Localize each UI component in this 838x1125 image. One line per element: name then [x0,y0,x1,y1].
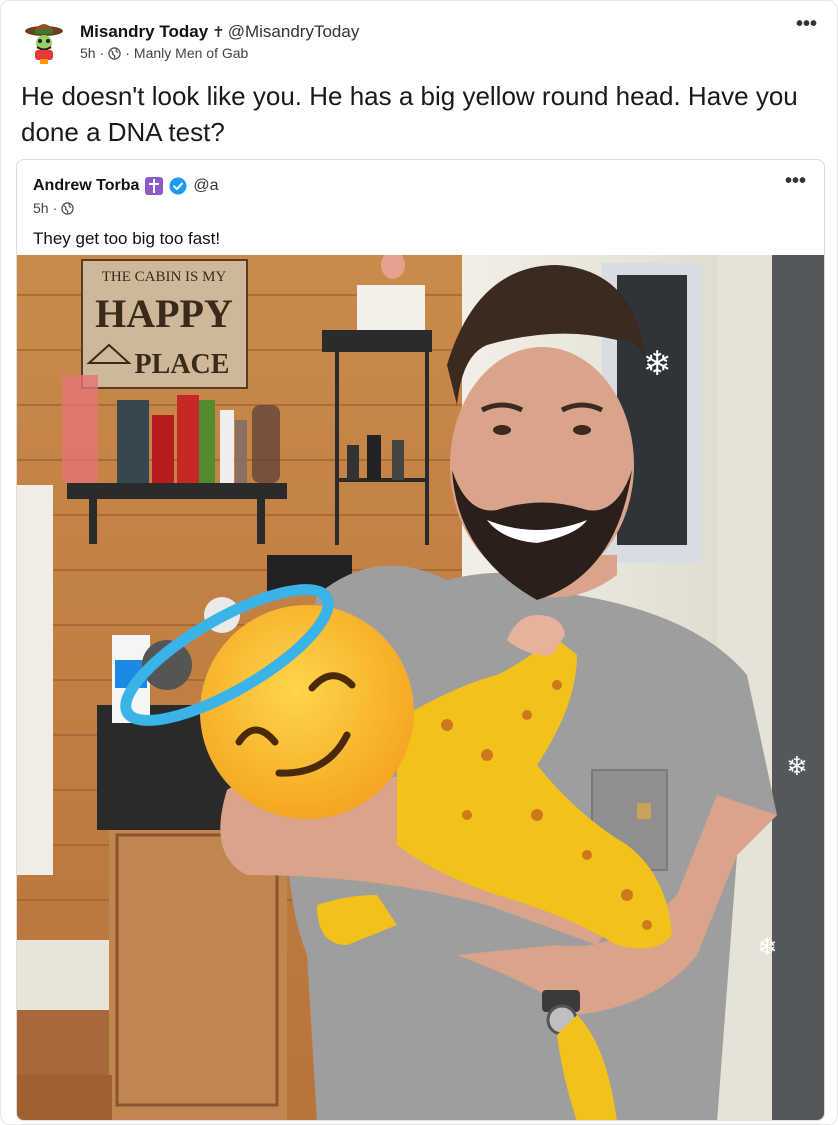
sign-line-3: PLACE [135,349,230,380]
quote-author-line: Andrew Torba @a [33,176,219,196]
quote-author-name[interactable]: Andrew Torba [33,176,139,196]
author-handle[interactable]: @MisandryToday [228,22,360,41]
quote-meta: 5h · [33,200,74,216]
post-author-line: Misandry Today ✝ @MisandryToday [80,21,359,44]
author-name[interactable]: Misandry Today [80,22,208,41]
quote-text: They get too big too fast! [33,229,221,248]
verified-icon [169,177,187,195]
globe-icon [108,46,121,60]
cross-badge-icon [145,177,164,195]
quote-author-handle[interactable]: @a [193,176,218,196]
post-card: Misandry Today ✝ @MisandryToday 5h · · Man… [0,0,838,1125]
svg-text:❄: ❄ [786,751,808,781]
svg-text:❄: ❄ [643,345,672,383]
meta-separator: · [125,45,130,61]
quote-timestamp[interactable]: 5h [33,200,49,216]
post-photo[interactable]: THE CABIN IS MY HAPPY PLACE ❄ ❄ ❄ [17,255,825,1121]
post-timestamp[interactable]: 5h [80,44,96,62]
quote-more-icon[interactable]: ••• [785,171,806,191]
avatar[interactable] [23,19,65,65]
svg-text:❄: ❄ [757,934,777,961]
more-icon[interactable]: ••• [796,14,817,34]
globe-icon [61,201,74,215]
group-link[interactable]: Manly Men of Gab [134,44,248,62]
meta-separator: · [99,45,105,61]
quoted-post[interactable]: Andrew Torba @a 5h · ••• They get too bi… [16,159,825,1121]
post-meta: 5h · · Manly Men of Gab [80,44,248,62]
meta-separator: · [52,200,58,216]
post-text: He doesn't look like you. He has a big y… [21,81,798,147]
cross-icon: ✝ [212,24,225,41]
sign-line-1: THE CABIN IS MY [102,269,227,285]
sign-line-2: HAPPY [95,291,233,336]
